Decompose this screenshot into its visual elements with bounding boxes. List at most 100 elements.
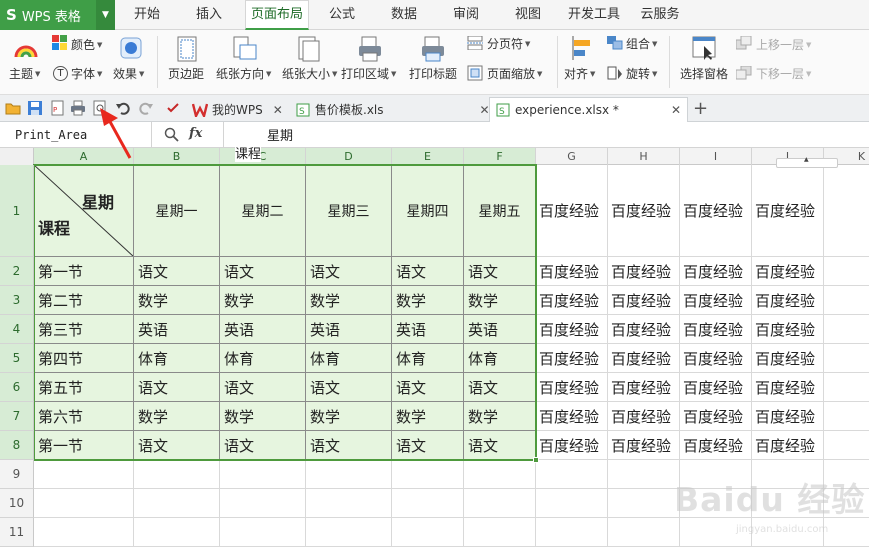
- effects-button[interactable]: 效果 ▼: [113, 65, 144, 82]
- cell-e10[interactable]: [392, 489, 464, 518]
- row-header-3[interactable]: 3: [0, 286, 34, 315]
- colors-button[interactable]: 颜色 ▼: [71, 36, 102, 53]
- cell-i1[interactable]: 百度经验: [680, 165, 752, 257]
- cell-g6[interactable]: 百度经验: [536, 373, 608, 402]
- cell-d1[interactable]: 星期三: [306, 165, 392, 257]
- print-area-button[interactable]: 打印区域 ▼: [341, 65, 396, 82]
- print-area-icon[interactable]: [358, 36, 382, 62]
- cell-h6[interactable]: 百度经验: [608, 373, 680, 402]
- doc-tab-price-template[interactable]: S 售价模板.xls ✕: [290, 97, 496, 122]
- cell-d9[interactable]: [306, 460, 392, 489]
- cell-a5[interactable]: 第四节: [34, 344, 134, 373]
- cell-b8[interactable]: 语文: [134, 431, 220, 460]
- cell-g5[interactable]: 百度经验: [536, 344, 608, 373]
- page-zoom-button[interactable]: 页面缩放 ▼: [487, 65, 542, 82]
- cell-b6[interactable]: 语文: [134, 373, 220, 402]
- cell-d7[interactable]: 数学: [306, 402, 392, 431]
- tab-insert[interactable]: 插入: [187, 0, 231, 30]
- cell-c4[interactable]: 英语: [220, 315, 306, 344]
- open-folder-icon[interactable]: [5, 100, 21, 116]
- cell-a4[interactable]: 第三节: [34, 315, 134, 344]
- cell-k4[interactable]: [824, 315, 869, 344]
- fonts-button[interactable]: T 字体 ▼: [53, 65, 102, 82]
- cell-c3[interactable]: 数学: [220, 286, 306, 315]
- cell-i6[interactable]: 百度经验: [680, 373, 752, 402]
- formula-input[interactable]: 星期 课程: [224, 122, 869, 162]
- cell-e6[interactable]: 语文: [392, 373, 464, 402]
- tab-home[interactable]: 开始: [125, 0, 169, 30]
- cell-c7[interactable]: 数学: [220, 402, 306, 431]
- cell-f3[interactable]: 数学: [464, 286, 536, 315]
- cell-b5[interactable]: 体育: [134, 344, 220, 373]
- cell-k2[interactable]: [824, 257, 869, 286]
- cell-a10[interactable]: [34, 489, 134, 518]
- cell-g8[interactable]: 百度经验: [536, 431, 608, 460]
- cell-g4[interactable]: 百度经验: [536, 315, 608, 344]
- fx-icon[interactable]: fx: [189, 126, 202, 141]
- cell-i4[interactable]: 百度经验: [680, 315, 752, 344]
- cell-g2[interactable]: 百度经验: [536, 257, 608, 286]
- cell-a6[interactable]: 第五节: [34, 373, 134, 402]
- tab-review[interactable]: 审阅: [444, 0, 488, 30]
- cell-e9[interactable]: [392, 460, 464, 489]
- tab-view[interactable]: 视图: [506, 0, 550, 30]
- cell-f6[interactable]: 语文: [464, 373, 536, 402]
- cell-g10[interactable]: [536, 489, 608, 518]
- margins-button[interactable]: 页边距: [168, 65, 204, 82]
- rotate-button[interactable]: 旋转 ▼: [626, 65, 657, 82]
- cell-b2[interactable]: 语文: [134, 257, 220, 286]
- save-icon[interactable]: [27, 100, 43, 116]
- tab-data[interactable]: 数据: [382, 0, 426, 30]
- row-header-6[interactable]: 6: [0, 373, 34, 402]
- print-titles-icon[interactable]: [421, 36, 445, 62]
- cell-g11[interactable]: [536, 518, 608, 547]
- margins-icon[interactable]: [177, 36, 197, 62]
- cell-f10[interactable]: [464, 489, 536, 518]
- column-header-b[interactable]: B: [134, 148, 220, 165]
- cell-j3[interactable]: 百度经验: [752, 286, 824, 315]
- cell-c5[interactable]: 体育: [220, 344, 306, 373]
- cell-c11[interactable]: [220, 518, 306, 547]
- app-menu-button[interactable]: S WPS 表格 ▼: [0, 0, 115, 30]
- row-header-9[interactable]: 9: [0, 460, 34, 489]
- cell-d8[interactable]: 语文: [306, 431, 392, 460]
- paper-size-button[interactable]: 纸张大小 ▼: [282, 65, 337, 82]
- cell-f11[interactable]: [464, 518, 536, 547]
- select-all-corner[interactable]: [0, 148, 34, 165]
- cell-f5[interactable]: 体育: [464, 344, 536, 373]
- selection-pane-button[interactable]: 选择窗格: [680, 65, 728, 82]
- cell-b10[interactable]: [134, 489, 220, 518]
- cell-h3[interactable]: 百度经验: [608, 286, 680, 315]
- selection-pane-icon[interactable]: [692, 36, 716, 62]
- row-header-10[interactable]: 10: [0, 489, 34, 518]
- cell-j6[interactable]: 百度经验: [752, 373, 824, 402]
- theme-button[interactable]: 主题 ▼: [9, 65, 40, 82]
- cell-c1[interactable]: 星期二: [220, 165, 306, 257]
- cell-a8[interactable]: 第一节: [34, 431, 134, 460]
- cell-j2[interactable]: 百度经验: [752, 257, 824, 286]
- cell-f7[interactable]: 数学: [464, 402, 536, 431]
- cell-b4[interactable]: 英语: [134, 315, 220, 344]
- print-icon[interactable]: [70, 100, 86, 116]
- cell-i3[interactable]: 百度经验: [680, 286, 752, 315]
- cell-e5[interactable]: 体育: [392, 344, 464, 373]
- new-tab-plus-icon[interactable]: +: [693, 95, 708, 122]
- close-icon[interactable]: ✕: [671, 103, 681, 117]
- cell-i5[interactable]: 百度经验: [680, 344, 752, 373]
- cell-d11[interactable]: [306, 518, 392, 547]
- cell-g1[interactable]: 百度经验: [536, 165, 608, 257]
- cell-d5[interactable]: 体育: [306, 344, 392, 373]
- cell-j1[interactable]: 百度经验: [752, 165, 824, 257]
- cell-d6[interactable]: 语文: [306, 373, 392, 402]
- cell-h7[interactable]: 百度经验: [608, 402, 680, 431]
- align-button[interactable]: 对齐 ▼: [564, 65, 595, 82]
- row-header-4[interactable]: 4: [0, 315, 34, 344]
- cell-e3[interactable]: 数学: [392, 286, 464, 315]
- cell-c10[interactable]: [220, 489, 306, 518]
- cell-e4[interactable]: 英语: [392, 315, 464, 344]
- group-button[interactable]: 组合 ▼: [626, 35, 657, 52]
- row-header-2[interactable]: 2: [0, 257, 34, 286]
- tab-formulas[interactable]: 公式: [320, 0, 364, 30]
- doc-tab-experience[interactable]: S experience.xlsx * ✕: [489, 97, 688, 122]
- chevron-down-icon[interactable]: ▼: [96, 0, 115, 30]
